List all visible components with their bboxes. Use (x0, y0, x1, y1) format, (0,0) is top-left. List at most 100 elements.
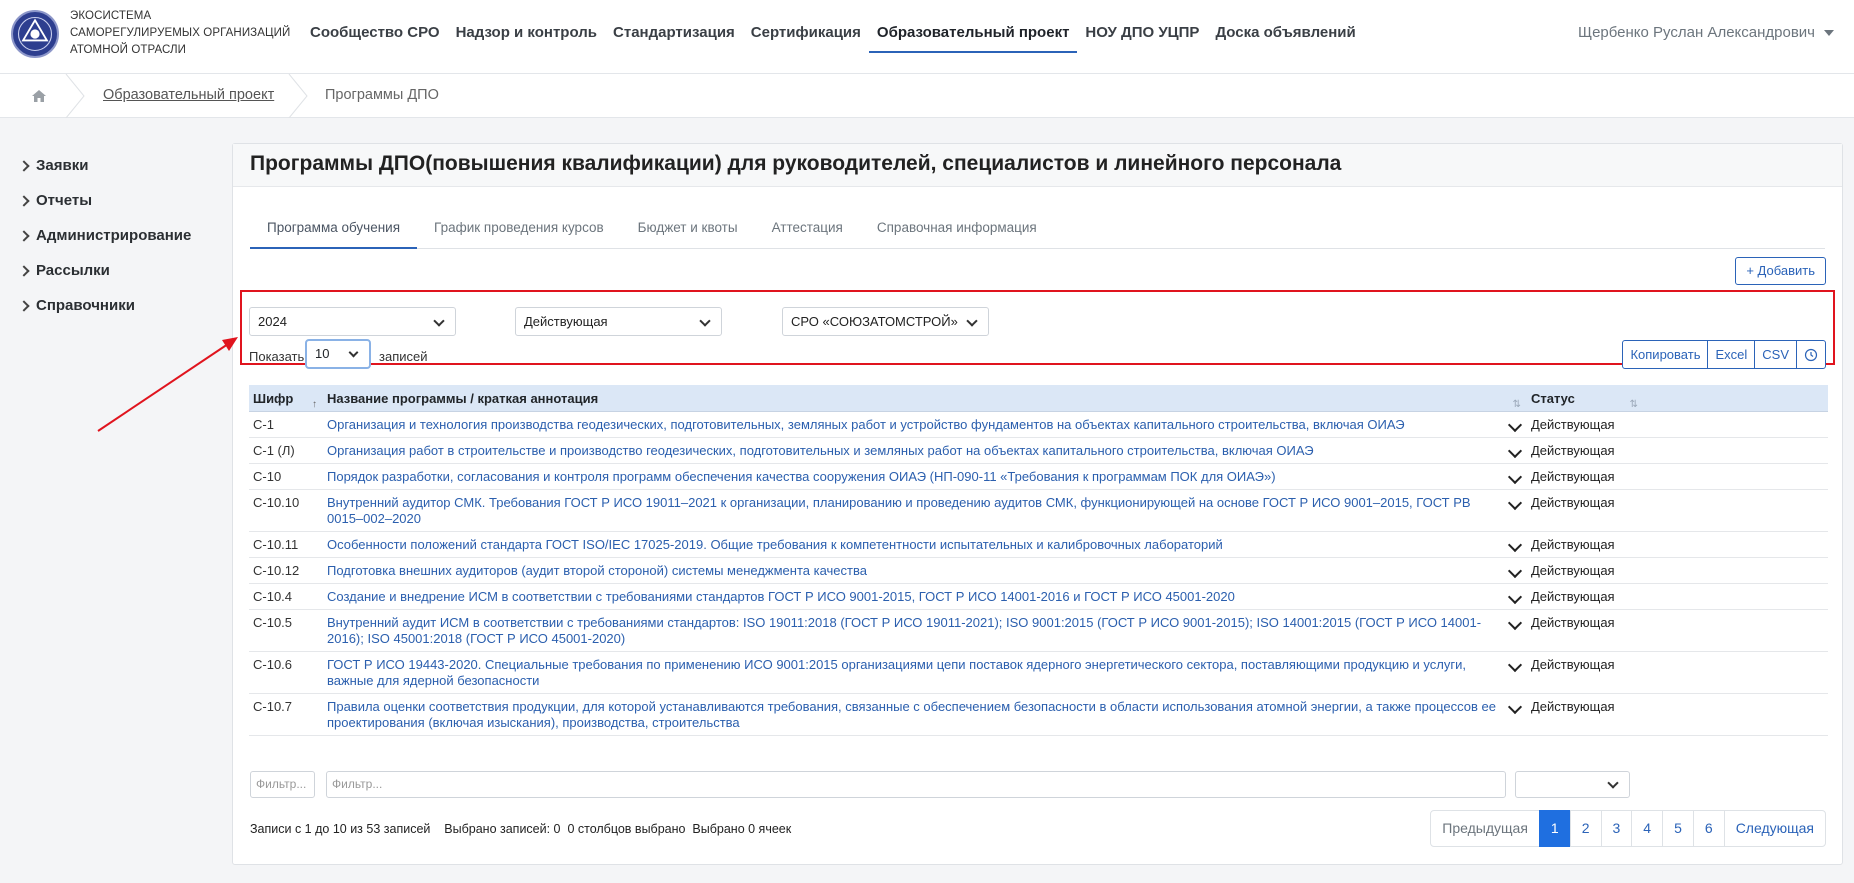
pagination-page-4[interactable]: 4 (1631, 810, 1664, 847)
column-header-status[interactable]: Статус ⇅ (1527, 385, 1644, 411)
cell-program-link[interactable]: ГОСТ Р ИСО 19443-2020. Специальные требо… (323, 652, 1501, 693)
cell-program-link[interactable]: Внутренний аудитор СМК. Требования ГОСТ … (323, 490, 1501, 531)
cell-program-link[interactable]: Организация работ в строительстве и прои… (323, 438, 1501, 463)
nav-item-supervision[interactable]: Надзор и контроль (448, 0, 605, 74)
tab-program[interactable]: Программа обучения (250, 216, 418, 249)
main-nav: Сообщество СРО Надзор и контроль Стандар… (302, 0, 1364, 74)
chevron-down-icon (1507, 657, 1523, 673)
sidebar-item-administration[interactable]: Администрирование (18, 218, 191, 253)
chevron-right-icon (18, 299, 30, 312)
programs-card: Программы ДПО(повышения квалификации) дл… (232, 143, 1843, 865)
table-row[interactable]: С-10.12 Подготовка внешних аудиторов (ауд… (249, 558, 1828, 584)
page-length-select[interactable]: 10 (305, 339, 371, 369)
cell-program-link[interactable]: Порядок разработки, согласования и контр… (323, 464, 1501, 489)
sidebar-item-requests[interactable]: Заявки (18, 148, 191, 183)
chevron-down-icon (699, 315, 711, 327)
column-header-code[interactable]: Шифр ↑ (249, 385, 323, 411)
chevron-down-icon (1507, 589, 1523, 605)
filter-code-input[interactable]: Фильтр... (250, 771, 315, 798)
table-body: С-1 Организация и технология производства… (249, 412, 1828, 736)
table-row[interactable]: С-10.4 Создание и внедрение ИСМ в соответ… (249, 584, 1828, 610)
pagination-page-3[interactable]: 3 (1600, 810, 1633, 847)
pagination-page-6[interactable]: 6 (1692, 810, 1725, 847)
breadcrumb-link-education[interactable]: Образовательный проект (103, 87, 274, 103)
cell-program-link[interactable]: Подготовка внешних аудиторов (аудит втор… (323, 558, 1501, 583)
table-row[interactable]: С-10.10 Внутренний аудитор СМК. Требовани… (249, 490, 1828, 532)
nav-item-board[interactable]: Доска объявлений (1207, 0, 1363, 74)
table-header: Шифр ↑ Название программы / краткая аннот… (249, 385, 1828, 412)
table-row[interactable]: С-1 Организация и технология производства… (249, 412, 1828, 438)
user-menu[interactable]: Щербенко Руслан Александрович (1578, 24, 1834, 41)
tab-budget[interactable]: Бюджет и квоты (621, 216, 755, 249)
expand-toggle[interactable] (1501, 652, 1527, 693)
table-row[interactable]: С-1 (Л) Организация работ в строительстве… (249, 438, 1828, 464)
table-row[interactable]: С-10 Порядок разработки, согласования и к… (249, 464, 1828, 490)
restore-icon (1804, 348, 1818, 361)
expand-toggle[interactable] (1501, 438, 1527, 463)
nav-item-nou-dpo[interactable]: НОУ ДПО УЦПР (1077, 0, 1207, 74)
cell-program-link[interactable]: Особенности положений стандарта ГОСТ ISO… (323, 532, 1501, 557)
cell-program-link[interactable]: Правила оценки соответствия продукции, д… (323, 694, 1501, 735)
sidebar: Заявки Отчеты Администрирование Рассылки… (18, 148, 191, 323)
tab-schedule[interactable]: График проведения курсов (417, 216, 621, 249)
column-header-label: Название программы / краткая аннотация (327, 391, 599, 406)
logo-icon[interactable] (11, 10, 59, 58)
sidebar-item-reports[interactable]: Отчеты (18, 183, 191, 218)
expand-toggle[interactable] (1501, 412, 1527, 437)
tab-reference[interactable]: Справочная информация (860, 216, 1054, 249)
column-header-name[interactable]: Название программы / краткая аннотация ⇅ (323, 385, 1527, 411)
chevron-down-icon (1507, 563, 1523, 579)
year-select[interactable]: 2024 (249, 307, 456, 336)
expand-toggle[interactable] (1501, 532, 1527, 557)
csv-button[interactable]: CSV (1754, 340, 1797, 369)
pagination-page-2[interactable]: 2 (1569, 810, 1602, 847)
pagination-prev[interactable]: Предыдущая (1430, 810, 1540, 847)
nav-item-community[interactable]: Сообщество СРО (302, 0, 448, 74)
breadcrumb-current: Программы ДПО (325, 87, 439, 103)
pagination-next[interactable]: Следующая (1723, 810, 1826, 847)
sro-select[interactable]: СРО «СОЮЗАТОМСТРОЙ» (782, 307, 989, 336)
sidebar-item-mailings[interactable]: Рассылки (18, 253, 191, 288)
pagination-page-5[interactable]: 5 (1662, 810, 1694, 847)
table-row[interactable]: С-10.7 Правила оценки соответствия продук… (249, 694, 1828, 736)
cell-program-link[interactable]: Внутренний аудит ИСМ в соответствии с тр… (323, 610, 1501, 651)
nav-item-standardization[interactable]: Стандартизация (605, 0, 743, 74)
cell-status: Действующая (1531, 469, 1615, 484)
cell-status: Действующая (1531, 589, 1615, 604)
cell-program-link[interactable]: Создание и внедрение ИСМ в соответствии … (323, 584, 1501, 609)
cell-code: С-10.4 (253, 589, 293, 604)
expand-toggle[interactable] (1501, 610, 1527, 651)
table-row[interactable]: С-10.11 Особенности положений стандарта Г… (249, 532, 1828, 558)
cell-program-link[interactable]: Организация и технология производства ге… (323, 412, 1501, 437)
pagination-page-1[interactable]: 1 (1538, 810, 1571, 847)
filter-status-select[interactable] (1515, 771, 1630, 798)
chevron-down-icon (966, 315, 978, 327)
home-icon[interactable] (30, 88, 48, 104)
table-row[interactable]: С-10.6 ГОСТ Р ИСО 19443-2020. Специальные… (249, 652, 1828, 694)
expand-toggle[interactable] (1501, 558, 1527, 583)
pagination: Предыдущая 1 2 3 4 5 6 Следующая (1430, 810, 1826, 847)
nav-item-certification[interactable]: Сертификация (743, 0, 869, 74)
sidebar-item-directories[interactable]: Справочники (18, 288, 191, 323)
nav-item-education[interactable]: Образовательный проект (868, 0, 1078, 74)
tab-attestation[interactable]: Аттестация (755, 216, 860, 249)
add-button[interactable]: + Добавить (1735, 257, 1826, 285)
copy-button[interactable]: Копировать (1622, 340, 1709, 369)
expand-toggle[interactable] (1501, 464, 1527, 489)
excel-button[interactable]: Excel (1707, 340, 1756, 369)
cell-status: Действующая (1531, 615, 1615, 630)
status-select[interactable]: Действующая (515, 307, 722, 336)
sro-select-value: СРО «СОЮЗАТОМСТРОЙ» (791, 314, 958, 329)
cell-status: Действующая (1531, 495, 1615, 510)
cell-code: С-10.5 (253, 615, 293, 630)
expand-toggle[interactable] (1501, 694, 1527, 735)
expand-toggle[interactable] (1501, 490, 1527, 531)
caret-down-icon (1824, 29, 1834, 36)
restore-button[interactable] (1796, 340, 1826, 369)
expand-toggle[interactable] (1501, 584, 1527, 609)
cell-status: Действующая (1531, 443, 1615, 458)
table-info: Записи с 1 до 10 из 53 записей Выбрано з… (250, 822, 792, 836)
chevron-right-icon (18, 229, 30, 242)
table-row[interactable]: С-10.5 Внутренний аудит ИСМ в соответстви… (249, 610, 1828, 652)
filter-name-input[interactable]: Фильтр... (326, 771, 1506, 798)
